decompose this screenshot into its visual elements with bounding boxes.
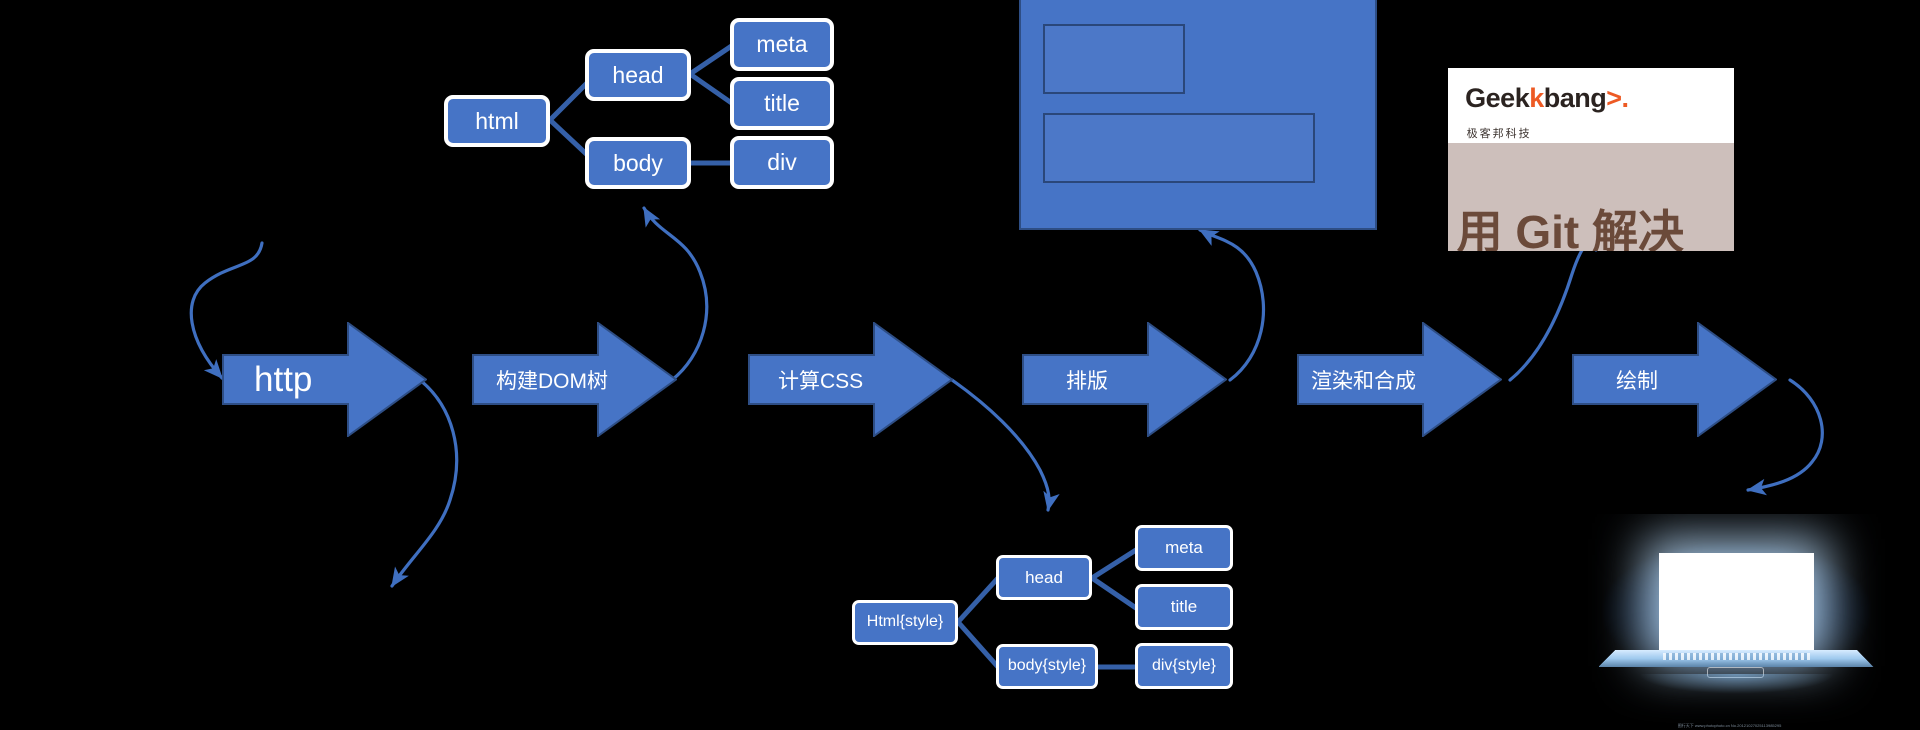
pipeline-step-layout-shape <box>1022 321 1228 438</box>
cssom-node-head[interactable]: head <box>996 555 1092 600</box>
pipeline-step-paint-shape <box>1572 321 1778 438</box>
laptop-glow-reflection <box>1597 673 1876 722</box>
geekbang-logo-geek: Geek <box>1465 82 1530 113</box>
laptop-screen <box>1659 552 1814 653</box>
cssom-node-head-label: head <box>1025 567 1063 587</box>
cssom-node-body-style[interactable]: body{style} <box>996 644 1098 689</box>
pipeline-step-composite-shape <box>1297 321 1503 438</box>
geekbang-logo-bang: bang <box>1543 82 1607 113</box>
cssom-node-div-style-label: div{style} <box>1151 656 1217 674</box>
geekbang-logo-arrow-icon: > <box>1606 82 1622 113</box>
laptop-keyboard <box>1663 653 1810 661</box>
dom-node-body-label: body <box>613 149 663 176</box>
line-head-title <box>687 71 736 107</box>
pipeline-step-paint[interactable]: 绘制 <box>1572 321 1778 438</box>
cssom-node-meta-label: meta <box>1165 538 1203 558</box>
cssom-node-div-style[interactable]: div{style} <box>1135 643 1233 689</box>
pipeline-step-dom[interactable]: 构建DOM树 <box>472 321 678 438</box>
dom-node-title[interactable]: title <box>730 77 834 130</box>
line-head-meta <box>687 42 736 77</box>
line-head2-meta2 <box>1089 547 1139 581</box>
dom-node-html[interactable]: html <box>444 95 550 147</box>
dom-node-meta-label: meta <box>756 31 808 58</box>
paint-preview-laptop: 图行天下 www.photophoto.cn No.20121027025113… <box>1553 514 1920 730</box>
dom-node-div-label: div <box>767 149 797 176</box>
dom-node-body[interactable]: body <box>585 137 691 189</box>
pipeline-step-dom-shape <box>472 321 678 438</box>
dom-node-head-label: head <box>612 61 664 88</box>
pipeline-step-css[interactable]: 计算CSS <box>748 321 954 438</box>
dom-node-div[interactable]: div <box>730 136 834 189</box>
geekbang-logo-dot: . <box>1621 82 1630 113</box>
cssom-node-html-style-label: Html{style} <box>866 613 944 631</box>
layout-wireframe-box-1 <box>1043 24 1185 94</box>
line-head2-title2 <box>1089 575 1139 611</box>
dom-node-meta[interactable]: meta <box>730 18 834 71</box>
diagram-canvas: html head body meta title div Html{style… <box>0 0 1920 730</box>
cssom-node-title[interactable]: title <box>1135 584 1233 630</box>
pipeline-step-composite[interactable]: 渲染和合成 <box>1297 321 1503 438</box>
layout-wireframe-box-2 <box>1043 113 1315 183</box>
dom-node-html-label: html <box>475 107 519 134</box>
pipeline-step-http[interactable]: http <box>222 321 428 438</box>
layout-wireframe-preview <box>1019 0 1377 230</box>
geekbang-headline: 用 Git 解决 <box>1456 205 1685 251</box>
cssom-node-html-style[interactable]: Html{style} <box>852 600 958 645</box>
cssom-node-body-style-label: body{style} <box>1007 657 1087 675</box>
cssom-node-meta[interactable]: meta <box>1135 525 1233 571</box>
line-htmlstyle-bodystyle <box>955 619 1001 670</box>
dom-node-head[interactable]: head <box>585 49 691 101</box>
cssom-node-title-label: title <box>1170 597 1198 617</box>
dom-node-title-label: title <box>764 90 800 117</box>
geekbang-logo-k: k <box>1529 82 1544 113</box>
pipeline-step-css-shape <box>748 321 954 438</box>
pipeline-step-http-shape <box>222 321 428 438</box>
line-htmlstyle-head <box>955 575 1001 625</box>
laptop-photo-watermark: 图行天下 www.photophoto.cn No.20121027025113… <box>1677 723 1782 728</box>
pipeline-step-layout[interactable]: 排版 <box>1022 321 1228 438</box>
geekbang-logo: Geekkbang>. <box>1465 82 1630 114</box>
render-preview-geekbang: Geekkbang>. 极客邦科技 用 Git 解决 <box>1448 68 1734 251</box>
geekbang-logo-subtitle: 极客邦科技 <box>1466 127 1532 140</box>
